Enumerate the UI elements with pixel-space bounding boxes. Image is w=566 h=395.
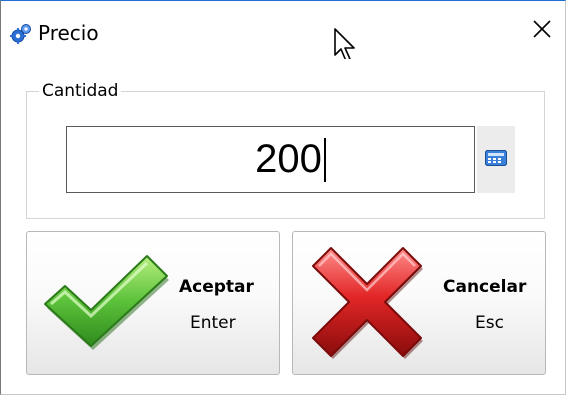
red-x-icon [307,247,427,364]
accept-shortcut-label: Enter [190,313,236,333]
accept-button-label: Aceptar [179,277,254,297]
quantity-input[interactable]: 200 [66,126,475,193]
cancel-button[interactable]: Cancelar Esc [292,231,546,375]
text-caret [323,137,326,182]
checkmark-icon [41,250,173,354]
close-button[interactable] [519,11,565,51]
cancel-shortcut-label: Esc [475,313,504,333]
title-bar[interactable]: Precio [1,1,565,62]
calculator-button[interactable] [477,126,515,193]
cancel-button-label: Cancelar [443,277,527,297]
dialog-body: Cantidad 200 Aceptar Enter Cancelar Esc [1,59,565,394]
gears-icon [10,23,32,45]
window-title: Precio [38,21,99,45]
accept-button[interactable]: Aceptar Enter [26,231,280,375]
precio-dialog: Precio Cantidad 200 Aceptar Enter Cancel… [0,0,566,395]
cantidad-group-label: Cantidad [39,81,122,101]
calculator-icon [485,149,507,170]
close-icon [532,19,552,43]
quantity-value: 200 [255,137,322,181]
